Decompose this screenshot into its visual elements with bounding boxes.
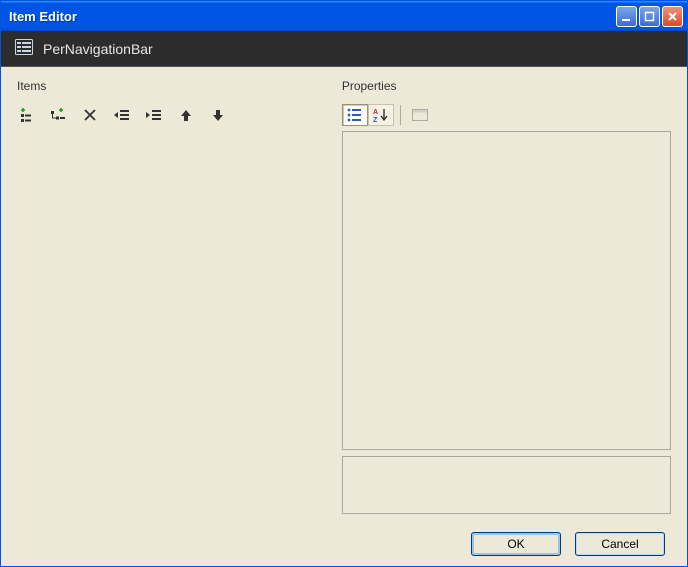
property-pages-button[interactable]	[407, 104, 433, 126]
cancel-button[interactable]: Cancel	[575, 532, 665, 556]
header-label: PerNavigationBar	[43, 41, 153, 57]
ok-button[interactable]: OK	[471, 532, 561, 556]
move-down-button[interactable]	[209, 106, 227, 124]
titlebar[interactable]: Item Editor	[1, 1, 687, 31]
properties-panel: Properties A Z	[342, 79, 671, 514]
items-title: Items	[17, 79, 318, 93]
header-band: PerNavigationBar	[1, 31, 687, 67]
svg-text:Z: Z	[373, 117, 378, 123]
indent-button[interactable]	[145, 106, 163, 124]
maximize-button[interactable]	[639, 6, 660, 27]
remove-button[interactable]	[81, 106, 99, 124]
window-buttons	[616, 6, 683, 27]
add-root-button[interactable]	[17, 106, 35, 124]
properties-title: Properties	[342, 79, 671, 93]
outdent-button[interactable]	[113, 106, 131, 124]
item-editor-window: Item Editor PerNavigati	[0, 0, 688, 567]
dialog-buttons: OK Cancel	[1, 522, 687, 566]
toolbar-separator	[400, 105, 401, 125]
property-grid[interactable]	[342, 131, 671, 450]
items-panel: Items	[17, 79, 318, 514]
categorized-view-button[interactable]	[342, 104, 368, 126]
close-button[interactable]	[662, 6, 683, 27]
move-up-button[interactable]	[177, 106, 195, 124]
minimize-button[interactable]	[616, 6, 637, 27]
alphabetical-view-button[interactable]: A Z	[368, 104, 394, 126]
items-toolbar	[17, 103, 318, 127]
svg-text:A: A	[373, 109, 378, 116]
window-title: Item Editor	[9, 9, 616, 24]
add-child-button[interactable]	[49, 106, 67, 124]
properties-toolbar: A Z	[342, 103, 671, 127]
property-description-box	[342, 456, 671, 514]
component-icon	[15, 39, 33, 58]
content-area: Items	[1, 67, 687, 522]
